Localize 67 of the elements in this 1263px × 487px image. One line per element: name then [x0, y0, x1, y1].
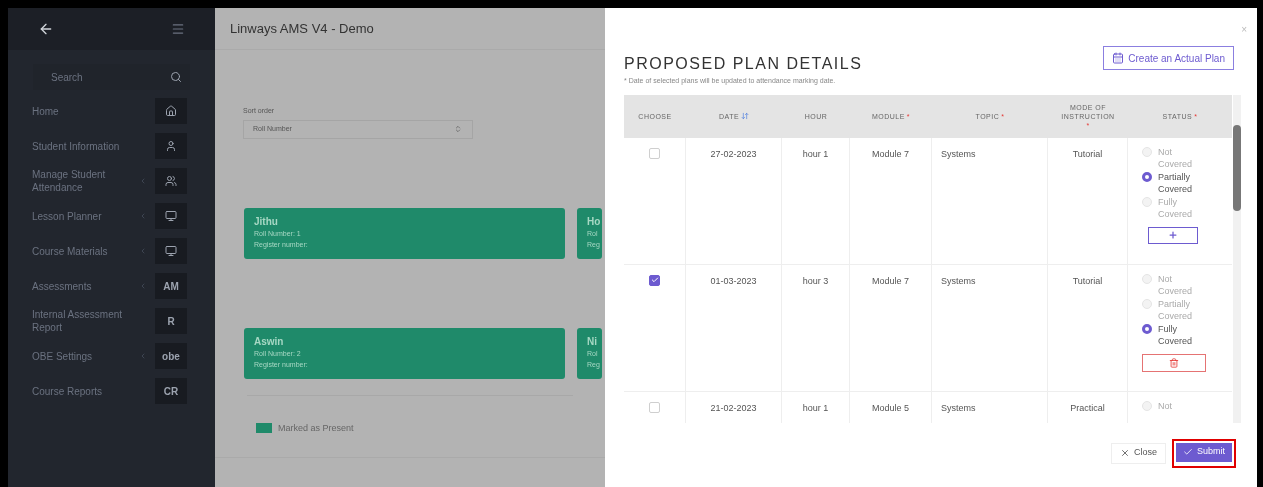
table-cell: Tutorial: [1048, 264, 1128, 391]
sidebar-item[interactable]: Internal Assessment Report R: [8, 308, 215, 334]
table-cell: Systems: [932, 264, 1048, 391]
radio-button[interactable]: [1142, 323, 1152, 334]
users-icon: [165, 175, 177, 187]
row-checkbox[interactable]: [649, 274, 660, 286]
status-radio[interactable]: Not Covered: [1142, 272, 1232, 298]
sidebar-item[interactable]: OBE Settings obe: [8, 343, 215, 369]
table-cell: Tutorial: [1048, 137, 1128, 264]
student-name: Aswin: [254, 336, 285, 348]
table-cell: 01-03-2023: [686, 264, 782, 391]
check-icon: [650, 276, 659, 284]
status-radio[interactable]: Partially Covered: [1142, 170, 1232, 196]
table-cell: hour 1: [782, 137, 850, 264]
table-cell: 21-02-2023: [686, 391, 782, 423]
create-plan-button[interactable]: Create an Actual Plan: [1103, 46, 1234, 70]
menu-badge: obe: [155, 343, 187, 369]
monitor-icon: [165, 245, 177, 257]
student-name: Jithu: [254, 216, 279, 228]
sidebar-item[interactable]: Manage Student Attendance: [8, 168, 215, 194]
page-title: Linways AMS V4 - Demo: [230, 19, 374, 38]
submit-button[interactable]: Submit: [1176, 442, 1232, 462]
status-radio[interactable]: Fully Covered: [1142, 195, 1232, 221]
radio-button[interactable]: [1142, 171, 1152, 182]
student-name: Ni: [587, 336, 598, 348]
close-button[interactable]: Close: [1110, 442, 1166, 464]
table-cell: hour 3: [782, 264, 850, 391]
plus-icon: [1168, 230, 1178, 240]
status-radio[interactable]: Not: [1142, 399, 1232, 412]
menu-badge: AM: [155, 273, 187, 299]
check-icon: [1183, 447, 1193, 457]
menu-badge: R: [155, 308, 187, 334]
table-cell: Module 7: [850, 137, 932, 264]
table-cell: Systems: [932, 137, 1048, 264]
search-field[interactable]: Search: [51, 69, 161, 85]
select-arrows-icon: [454, 125, 462, 133]
sidebar-item[interactable]: Home: [8, 98, 215, 124]
home-icon: [165, 105, 177, 117]
table-cell: Module 7: [850, 264, 932, 391]
close-icon: [1119, 448, 1130, 458]
legend-label: Marked as Present: [278, 421, 354, 435]
trash-icon: [1169, 357, 1179, 368]
sidebar-item[interactable]: Lesson Planner: [8, 203, 215, 229]
status-radio[interactable]: Not Covered: [1142, 145, 1232, 171]
calendar-icon: [1112, 52, 1125, 64]
sort-icon[interactable]: [741, 112, 750, 120]
status-radio[interactable]: Fully Covered: [1142, 322, 1232, 348]
menu-badge: CR: [155, 378, 187, 404]
sidebar-item[interactable]: Course Reports CR: [8, 378, 215, 404]
add-button[interactable]: [1148, 226, 1198, 244]
modal-title: PROPOSED PLAN DETAILS: [624, 54, 863, 74]
delete-button[interactable]: [1142, 353, 1206, 372]
sidebar-item[interactable]: Student Information: [8, 133, 215, 159]
search-icon[interactable]: [170, 71, 182, 83]
scrollbar-thumb[interactable]: [1233, 124, 1241, 211]
table-cell: Systems: [932, 391, 1048, 423]
menu-icon[interactable]: [171, 22, 185, 36]
table-cell: Practical: [1048, 391, 1128, 423]
table-cell: hour 1: [782, 391, 850, 423]
table-cell: 27-02-2023: [686, 137, 782, 264]
monitor-icon: [165, 210, 177, 222]
status-radio[interactable]: Partially Covered: [1142, 297, 1232, 323]
sidebar-item[interactable]: Course Materials: [8, 238, 215, 264]
table-cell: Module 5: [850, 391, 932, 423]
student-name: Ho: [587, 216, 602, 228]
sidebar-item[interactable]: Assessments AM: [8, 273, 215, 299]
user-icon: [165, 140, 177, 152]
